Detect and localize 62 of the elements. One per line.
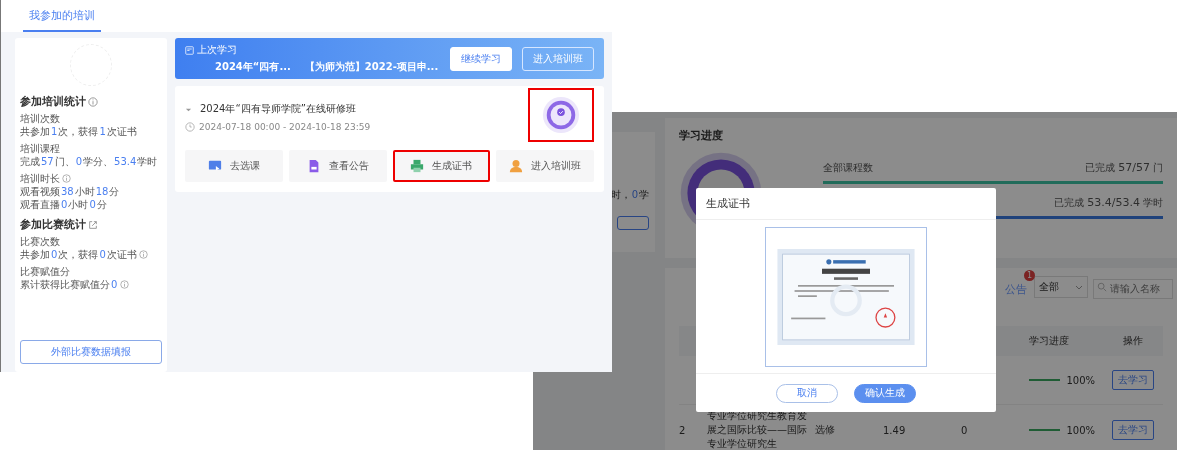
table-cell-text: 0 [961, 424, 969, 436]
table-cell-text: 2 [679, 424, 687, 436]
banner-label: 上次学习 [197, 43, 237, 57]
filter-select[interactable]: 全部 [1034, 276, 1088, 298]
column-header: 学习进度 [1029, 334, 1070, 348]
progress-reading: 已完成 53.4/53.4 学时 [1054, 196, 1163, 210]
person-icon [509, 159, 524, 173]
course-link[interactable]: 2024年“四有... [215, 60, 291, 74]
stat-label: 培训次数 [20, 112, 60, 125]
progress-reading: 100% [1066, 424, 1095, 436]
tab[interactable]: 我参加的培训 [23, 8, 101, 32]
progress-reading: 已完成 57/57 门 [1085, 161, 1163, 175]
count-badge: 1 [1023, 269, 1035, 281]
course-title: 2024年“四有导师学院”在线研修班 [200, 102, 356, 116]
search-field[interactable]: 请输入名称 [1093, 278, 1173, 299]
stat-label: 比赛次数 [20, 235, 60, 248]
table-cell-text: 1.49 [883, 424, 907, 436]
column-header: 操作 [1122, 334, 1144, 348]
stat-text: 完成57 门、0学分、53.4学时 [20, 155, 158, 168]
stat-text: 观看直播0小时0分 [20, 198, 107, 211]
search-icon [1097, 282, 1107, 292]
dialog-title: 生成证书 [696, 188, 996, 220]
info-icon [120, 280, 130, 289]
stat-text: 观看视频38小时18分 [20, 185, 120, 198]
stat-label: 比赛赋值分 [20, 265, 70, 278]
outline-button[interactable] [617, 216, 649, 230]
section-title: 参加培训统计 [20, 94, 86, 109]
course-link[interactable]: 【为师为范】2022-项目申... [304, 60, 439, 74]
report-button[interactable]: 外部比赛数据填报 [20, 340, 162, 364]
banner-button[interactable]: 继续学习 [450, 46, 512, 71]
stat-label: 培训课程 [20, 142, 60, 155]
info-icon [138, 250, 148, 259]
info-icon [62, 174, 71, 183]
clock-icon [185, 122, 195, 132]
action-button[interactable]: 生成证书 [392, 150, 491, 182]
completed-badge-icon [542, 96, 580, 134]
action-button[interactable]: 去选课 [185, 150, 283, 182]
section-title: 参加比赛统计 [20, 217, 86, 232]
study-button[interactable]: 去学习 [1112, 370, 1154, 390]
stat-text: 累计获得比赛赋值分0 [20, 278, 119, 291]
course-dates: 2024-07-18 00:00 - 2024-10-18 23:59 [199, 122, 371, 132]
progress-label: 全部课程数 [823, 161, 873, 175]
table-cell-text: 选修 [815, 423, 836, 437]
dialog-button[interactable]: 确认生成 [854, 383, 916, 403]
stat-label: 培训时长 [20, 172, 60, 185]
action-button[interactable]: 进入培训班 [496, 150, 594, 182]
banner-button[interactable]: 进入培训班 [522, 46, 594, 71]
stat-text: 共参加0次，获得0次证书 [20, 248, 137, 261]
monitor-icon [207, 159, 222, 173]
chevron-icon [1075, 283, 1083, 291]
stat-text: 时，0学 [610, 188, 649, 202]
external-link-icon[interactable] [88, 219, 98, 230]
announcement-link[interactable]: 公告 [1005, 282, 1027, 296]
study-button[interactable]: 去学习 [1112, 420, 1154, 440]
action-button[interactable]: 查看公告 [288, 150, 387, 182]
stat-text: 共参加 1次，获得1次证书 [20, 125, 137, 138]
dialog-button[interactable]: 取消 [776, 383, 838, 403]
printer-icon [410, 159, 425, 173]
progress-reading: 100% [1066, 374, 1095, 386]
info-icon [88, 96, 98, 107]
bookmark-icon [185, 45, 194, 55]
card-title: 学习进度 [679, 128, 724, 143]
